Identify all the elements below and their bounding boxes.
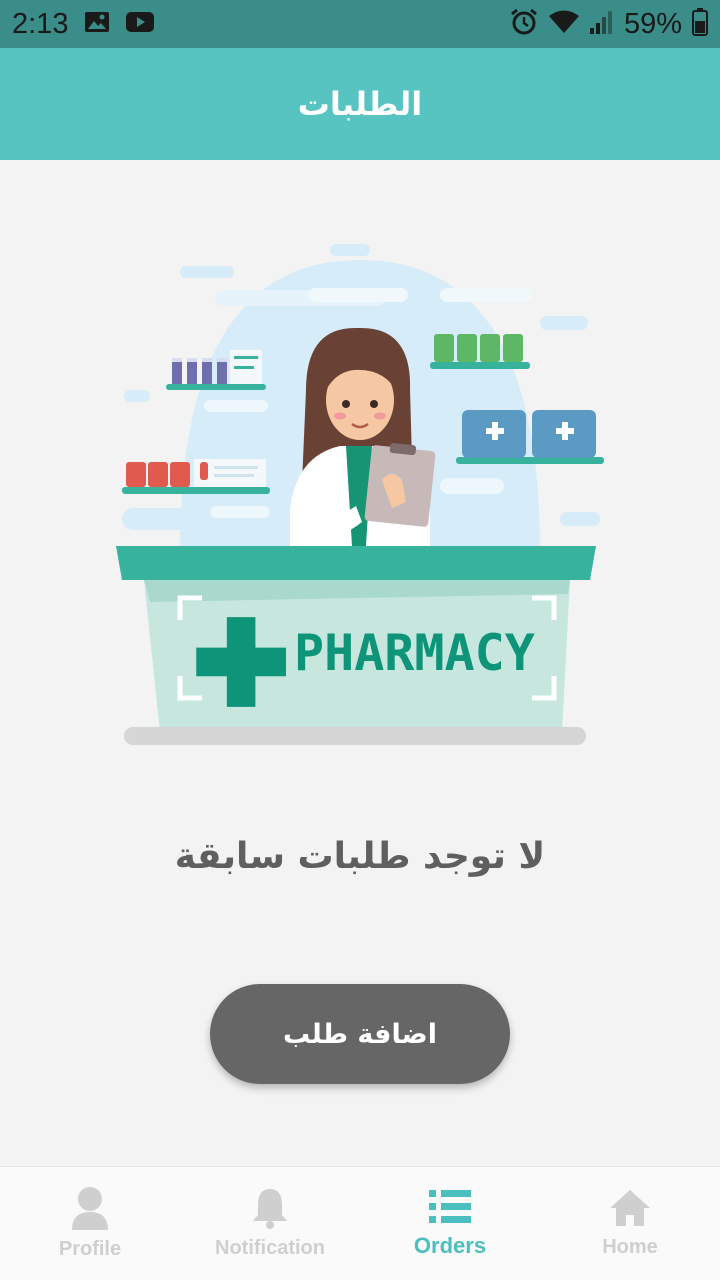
person-icon [70, 1186, 110, 1234]
nav-label-notification: Notification [215, 1237, 325, 1259]
pharmacy-illustration: PHARMACY [116, 244, 604, 745]
wifi-icon [548, 9, 580, 39]
nav-label-home: Home [602, 1236, 658, 1258]
status-time: 2:13 [12, 7, 69, 40]
orders-empty-state: PHARMACY لا توجد طلبات سابقة اضافة طلب [0, 160, 720, 1166]
bell-icon [251, 1187, 289, 1233]
bottom-navigation: Profile Notification Orders Home [0, 1166, 720, 1280]
nav-item-profile[interactable]: Profile [0, 1167, 180, 1280]
pharmacy-sign-text: PHARMACY [294, 624, 535, 682]
empty-orders-message: لا توجد طلبات سابقة [174, 836, 546, 877]
nav-label-orders: Orders [413, 1232, 487, 1258]
image-icon [84, 11, 110, 37]
nav-label-profile: Profile [58, 1238, 122, 1260]
add-order-button[interactable]: اضافة طلب [210, 984, 510, 1084]
nav-item-notification[interactable]: Notification [180, 1167, 360, 1280]
page-title: الطلبات [297, 85, 423, 123]
home-icon [609, 1188, 651, 1232]
signal-icon [589, 10, 614, 38]
alarm-icon [510, 8, 538, 40]
status-bar: 2:13 59% [0, 0, 720, 48]
youtube-icon [126, 12, 155, 36]
nav-item-orders[interactable]: Orders [360, 1167, 540, 1280]
nav-item-home[interactable]: Home [540, 1167, 720, 1280]
battery-percent: 59% [623, 7, 682, 40]
app-bar: الطلبات [0, 48, 720, 160]
battery-icon [692, 8, 708, 40]
list-icon [429, 1189, 471, 1229]
